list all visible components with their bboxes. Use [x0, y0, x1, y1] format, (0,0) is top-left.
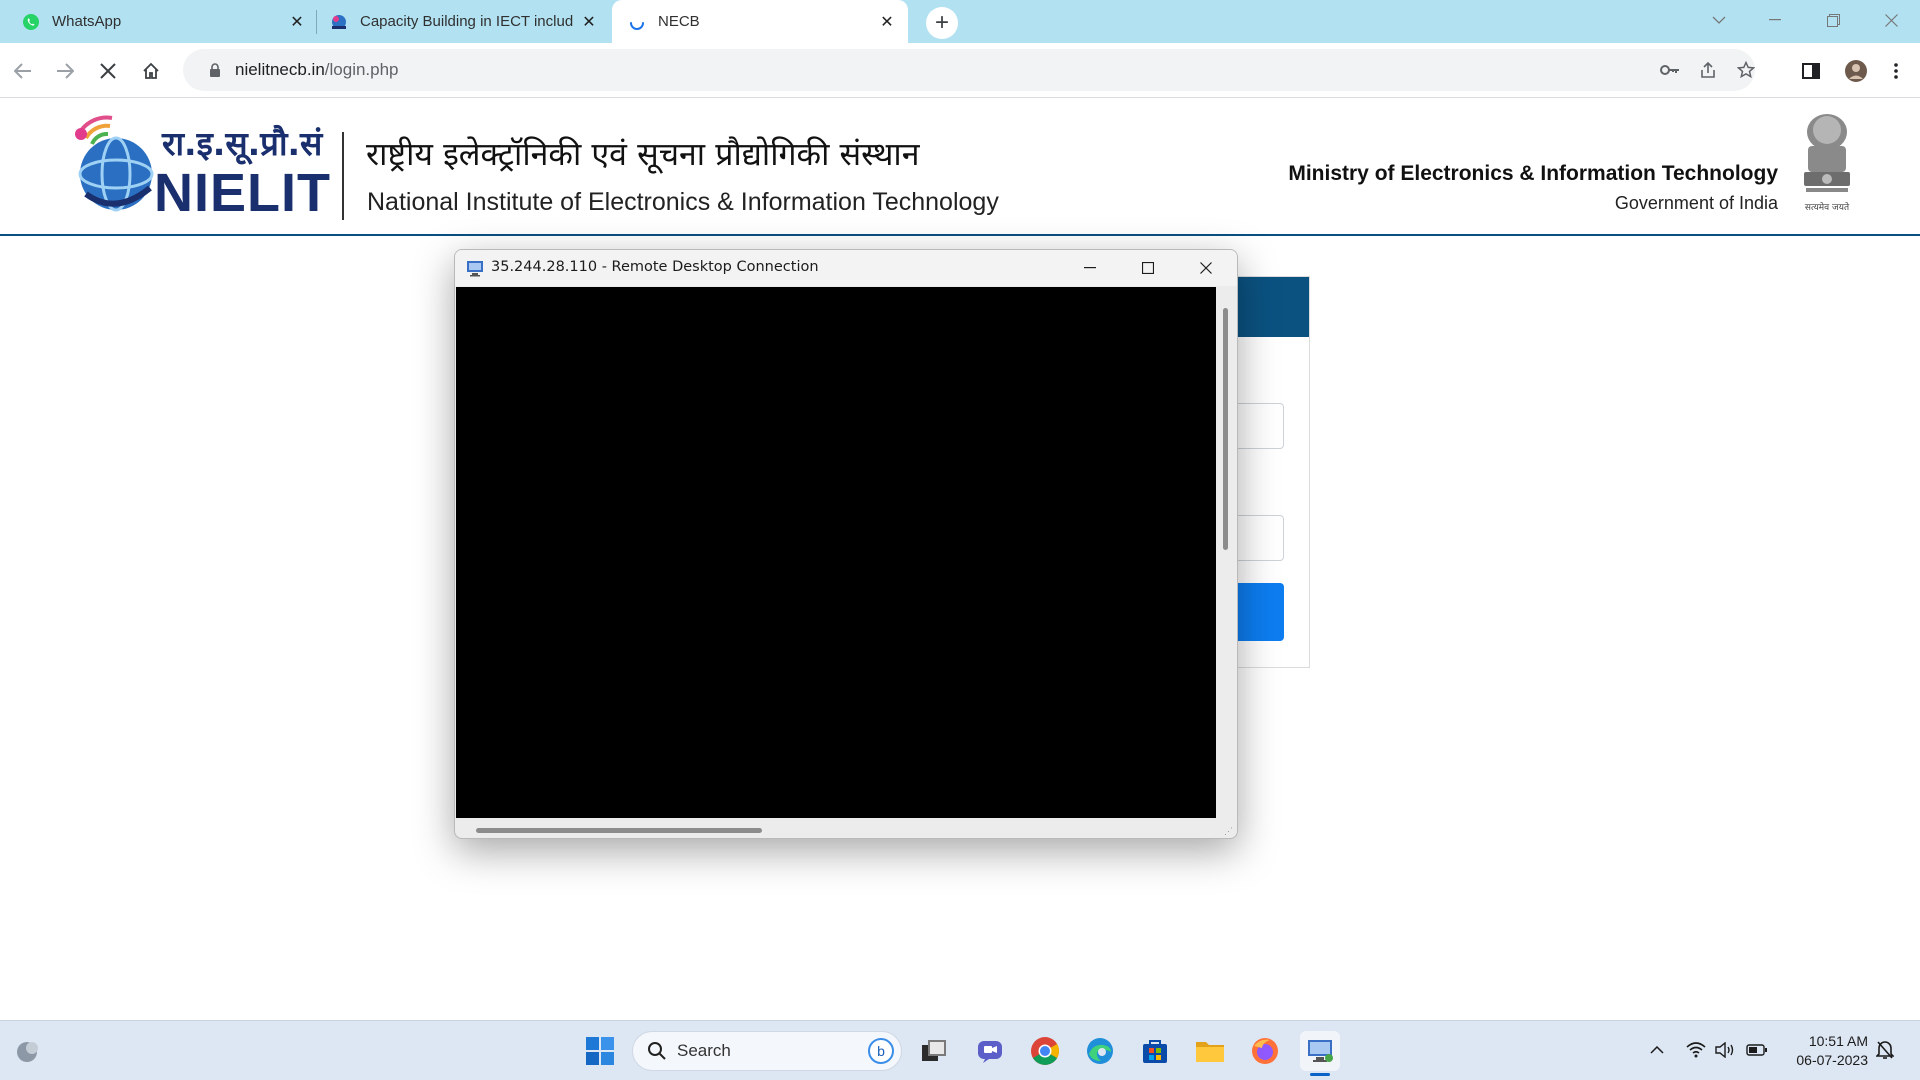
share-icon[interactable] [1695, 57, 1721, 83]
volume-icon[interactable] [1714, 1039, 1736, 1061]
close-icon [100, 63, 116, 79]
back-arrow-icon [14, 63, 31, 79]
copilot-icon[interactable]: b [867, 1037, 895, 1065]
side-panel-button[interactable] [1795, 55, 1827, 87]
forward-arrow-icon [57, 63, 74, 79]
system-clock[interactable]: 10:51 AM 06-07-2023 [1784, 1032, 1868, 1070]
tab-close-icon[interactable]: ✕ [286, 11, 308, 33]
remote-desktop-icon [467, 261, 483, 277]
url-text: nielitnecb.in/login.php [235, 60, 399, 80]
home-icon [143, 62, 159, 79]
kebab-menu-icon [1894, 63, 1898, 79]
back-button[interactable] [7, 55, 39, 87]
logo-hindi-text: रा.इ.सू.प्रौ.सं [162, 124, 323, 163]
home-button[interactable] [135, 55, 167, 87]
search-label: Search [677, 1041, 731, 1060]
bookmark-star-icon[interactable] [1733, 57, 1759, 83]
tab-whatsapp[interactable]: WhatsApp ✕ [22, 0, 308, 43]
vertical-scrollbar[interactable] [1223, 308, 1228, 550]
teams-icon[interactable] [970, 1031, 1010, 1071]
rdp-maximize-button[interactable] [1125, 254, 1171, 282]
url-host: nielitnecb.in [235, 60, 325, 79]
nielit-globe-icon [75, 115, 154, 212]
battery-icon[interactable] [1746, 1039, 1768, 1061]
weather-widget-icon[interactable] [8, 1031, 48, 1071]
institute-title-english: National Institute of Electronics & Info… [367, 188, 999, 216]
nielit-logo[interactable]: रा.इ.सू.प्रौ.सं NIELIT [66, 112, 330, 223]
remote-session-screen[interactable] [456, 287, 1216, 818]
task-view-icon[interactable] [914, 1031, 954, 1071]
ministry-name: Ministry of Electronics & Information Te… [1288, 162, 1778, 185]
tab-title: WhatsApp [52, 13, 122, 30]
chevron-up-icon[interactable] [1646, 1039, 1668, 1061]
tab-separator [316, 10, 317, 34]
notification-bell-icon[interactable] [1874, 1039, 1896, 1061]
horizontal-scrollbar[interactable] [476, 828, 762, 833]
remote-desktop-window[interactable]: 35.244.28.110 - Remote Desktop Connectio… [454, 249, 1238, 839]
tab-title: NECB [658, 13, 700, 30]
national-emblem-icon: सत्यमेव जयते [1804, 114, 1850, 213]
header-divider [342, 132, 344, 220]
rdp-close-button[interactable] [1183, 254, 1229, 282]
url-path: /login.php [324, 60, 399, 79]
address-bar[interactable]: nielitnecb.in/login.php [183, 49, 1755, 91]
rdp-window-title: 35.244.28.110 - Remote Desktop Connectio… [491, 259, 819, 275]
remote-desktop-taskbar-icon[interactable] [1300, 1031, 1340, 1071]
tab-title: Capacity Building in IECT includ [360, 13, 574, 30]
institute-title-hindi: राष्ट्रीय इलेक्ट्रॉनिकी एवं सूचना प्रौद्… [366, 135, 920, 173]
store-icon[interactable] [1135, 1031, 1175, 1071]
whatsapp-icon [23, 13, 39, 30]
start-icon[interactable] [580, 1031, 620, 1071]
edge-icon[interactable] [1080, 1031, 1120, 1071]
avatar [1845, 60, 1867, 82]
stop-loading-button[interactable] [92, 55, 124, 87]
taskbar-search-box[interactable]: Search b [632, 1031, 902, 1071]
clock-time: 10:51 AM [1808, 1033, 1868, 1049]
file-explorer-icon[interactable] [1190, 1031, 1230, 1071]
menu-button[interactable] [1880, 55, 1912, 87]
windows-taskbar: Search b 10:51 AM 06-07-2023 [0, 1020, 1920, 1080]
nielit-favicon [332, 14, 346, 29]
svg-text:b: b [877, 1043, 885, 1059]
logo-text: NIELIT [154, 163, 331, 223]
browser-toolbar: nielitnecb.in/login.php [0, 43, 1920, 98]
resize-grip-icon[interactable]: ⋰ [1224, 826, 1234, 836]
emblem-caption: सत्यमेव जयते [1805, 201, 1850, 213]
tab-search-chevron-icon[interactable] [1704, 6, 1734, 34]
search-icon [648, 1042, 666, 1060]
rdp-minimize-button[interactable] [1067, 254, 1113, 282]
rdp-title-bar[interactable]: 35.244.28.110 - Remote Desktop Connectio… [455, 250, 1237, 286]
loading-spinner-icon [630, 21, 644, 30]
side-panel-icon [1802, 63, 1820, 79]
government-name: Government of India [1614, 193, 1778, 213]
plus-icon: + [934, 9, 949, 36]
lock-icon[interactable] [197, 63, 233, 77]
firefox-icon[interactable] [1245, 1031, 1285, 1071]
wifi-icon[interactable] [1685, 1039, 1707, 1061]
new-tab-button[interactable]: + [926, 7, 958, 39]
browser-tab-strip: WhatsApp ✕ Capacity Building in IECT inc… [0, 0, 1920, 43]
restore-button[interactable] [1818, 6, 1848, 34]
clock-date: 06-07-2023 [1796, 1052, 1868, 1068]
tab-capacity-building[interactable]: Capacity Building in IECT includ ✕ [330, 0, 600, 43]
site-header: रा.इ.सू.प्रौ.सं NIELIT राष्ट्रीय इलेक्ट्… [0, 98, 1920, 236]
chrome-icon[interactable] [1025, 1031, 1065, 1071]
active-app-indicator [1310, 1073, 1330, 1076]
password-key-icon[interactable] [1657, 57, 1683, 83]
tab-necb[interactable]: NECB ✕ [612, 0, 908, 43]
minimize-button[interactable] [1760, 6, 1790, 34]
close-window-button[interactable] [1876, 6, 1906, 34]
profile-avatar[interactable] [1840, 55, 1872, 87]
tab-close-icon[interactable]: ✕ [578, 11, 600, 33]
forward-button[interactable] [49, 55, 81, 87]
tab-close-icon[interactable]: ✕ [876, 11, 898, 33]
